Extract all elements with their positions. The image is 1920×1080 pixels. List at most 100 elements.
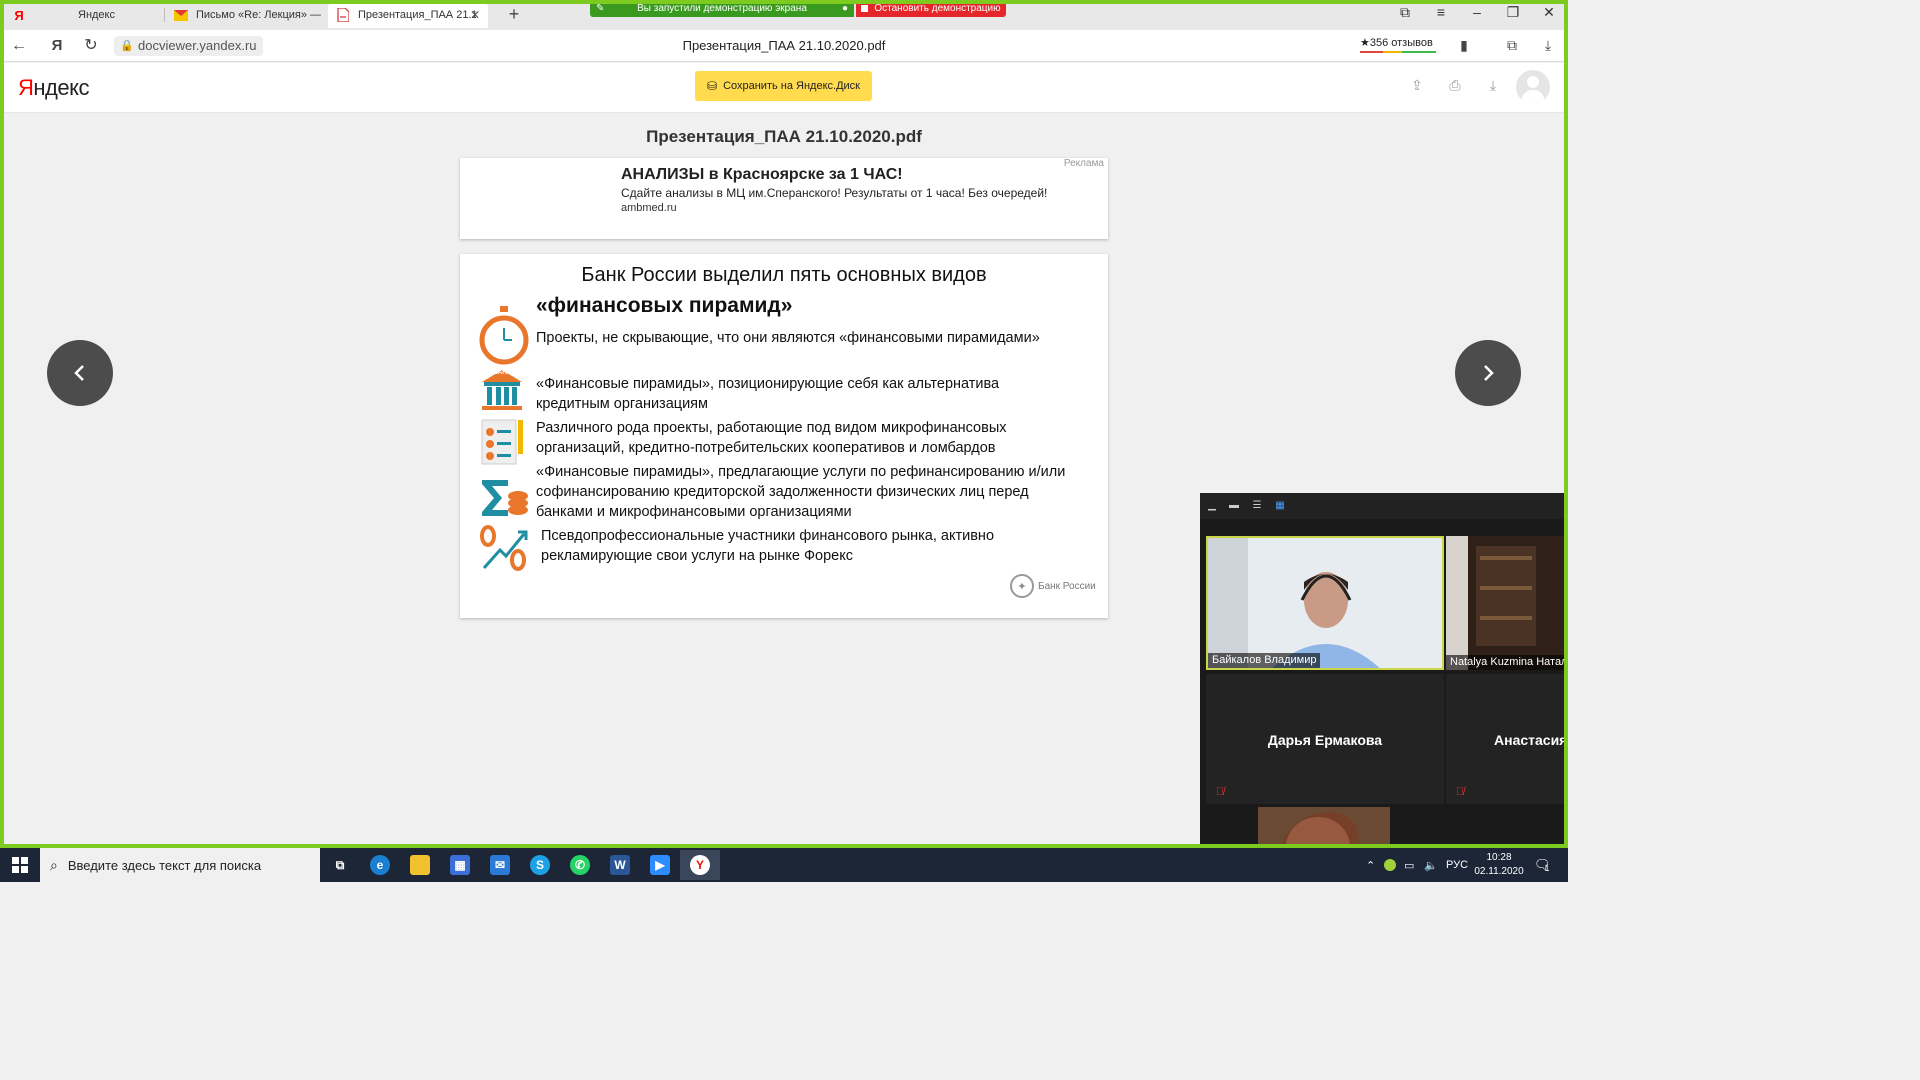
tray-app-icon[interactable]: [1384, 848, 1396, 882]
menu-icon[interactable]: ≡: [1430, 4, 1452, 20]
participant-tile[interactable]: Байкалов Владимир: [1206, 536, 1444, 670]
clock[interactable]: 10:28 02.11.2020: [1472, 851, 1526, 879]
ad-url[interactable]: ambmed.ru: [621, 202, 677, 214]
zoom-gallery-view-icon[interactable]: ▦: [1274, 501, 1286, 511]
zoom-participants-panel: ▁ ▬ ☰ ▦ Байкалов Владимир Natalya Kuzmin…: [1200, 493, 1568, 849]
ad-label: Реклама: [1063, 158, 1104, 169]
edge-app[interactable]: e: [360, 850, 400, 880]
close-tab-icon[interactable]: ✕: [470, 8, 480, 22]
avatar[interactable]: [1516, 70, 1550, 104]
stop-share-label: Остановить демонстрацию: [874, 3, 1001, 14]
whatsapp-icon: ✆: [570, 855, 590, 875]
maximize-icon[interactable]: ❐: [1502, 4, 1524, 21]
participant-tile[interactable]: Natalya Kuzmina Наталья: [1446, 536, 1568, 670]
mail-app[interactable]: ✉: [480, 850, 520, 880]
zoom-toolbar: ▁ ▬ ☰ ▦: [1200, 493, 1568, 519]
skype-icon: S: [530, 855, 550, 875]
shield-icon: ●: [841, 3, 848, 14]
muted-mic-icon: 🎙̸: [1456, 786, 1465, 798]
task-view-button[interactable]: ⧉: [320, 850, 360, 880]
stop-share-button[interactable]: Остановить демонстрацию: [856, 0, 1006, 17]
word-icon: W: [610, 855, 630, 875]
store-app[interactable]: ▦: [440, 850, 480, 880]
stopwatch-icon: [478, 304, 530, 371]
slide-subheading: «финансовых пирамид»: [536, 294, 793, 317]
tab-label: Презентация_ПАА 21.1: [358, 9, 476, 21]
address-bar: ← Я ↻ 🔒 docviewer.yandex.ru Презентация_…: [0, 30, 1568, 62]
download-doc-icon[interactable]: ⤓: [1482, 77, 1504, 97]
minimize-icon[interactable]: –: [1466, 4, 1488, 20]
word-app[interactable]: W: [600, 850, 640, 880]
mail-icon: [174, 8, 188, 22]
participant-name: Дарья Ермакова: [1267, 732, 1383, 748]
zoom-app[interactable]: ▶: [640, 850, 680, 880]
new-tab-button[interactable]: +: [504, 4, 524, 24]
participant-name: Natalya Kuzmina Наталья: [1446, 655, 1568, 670]
volume-icon[interactable]: 🔈: [1424, 848, 1438, 882]
zoom-strip-view-icon[interactable]: ☰: [1251, 501, 1263, 511]
participant-tile[interactable]: Анастасия 🎙̸: [1446, 674, 1568, 804]
ad-banner[interactable]: Реклама АНАЛИЗЫ в Красноярске за 1 ЧАС! …: [460, 158, 1108, 239]
yandex-browser-app[interactable]: Y: [680, 850, 720, 880]
download-icon[interactable]: ⤓: [1538, 37, 1558, 55]
store-icon: ▦: [450, 855, 470, 875]
prev-page-button[interactable]: [47, 340, 113, 406]
network-icon[interactable]: ▭: [1404, 848, 1414, 882]
search-placeholder: Введите здесь текст для поиска: [67, 857, 262, 873]
slide-heading: Банк России выделил пять основных видов: [581, 264, 987, 286]
close-window-icon[interactable]: ✕: [1538, 4, 1560, 21]
whatsapp-app[interactable]: ✆: [560, 850, 600, 880]
participant-name: Анастасия: [1494, 732, 1568, 748]
percent-icon: [478, 524, 530, 575]
tab-label: Письмо «Re: Лекция» — Я: [196, 9, 324, 21]
edge-icon: e: [370, 855, 390, 875]
slide-item: Проекты, не скрывающие, что они являются…: [536, 330, 1040, 346]
document-title: Презентация_ПАА 21.10.2020.pdf: [646, 127, 922, 146]
notification-count: 1: [1544, 863, 1550, 873]
share-icon: ✎: [596, 3, 605, 14]
bookmark-icon[interactable]: ▮: [1454, 37, 1474, 55]
tab-presentation[interactable]: Презентация_ПАА 21.1 ✕: [328, 2, 488, 28]
bank-of-russia-logo: ✦ Банк России: [1010, 574, 1096, 598]
participant-video-icon: [1208, 538, 1442, 668]
slide-page: Банк России выделил пять основных видов …: [460, 254, 1108, 618]
participant-tile[interactable]: Дарья Ермакова 🎙̸: [1206, 674, 1444, 804]
print-icon[interactable]: ⎙: [1444, 77, 1466, 97]
collections-icon[interactable]: ⧉: [1394, 4, 1416, 21]
participant-tile[interactable]: [1258, 807, 1390, 849]
mail-icon: ✉: [490, 855, 510, 875]
notifications-button[interactable]: 🗨 1: [1534, 848, 1551, 882]
sigma-coins-icon: [478, 476, 530, 525]
reviews-link[interactable]: ★356 отзывов: [1360, 36, 1436, 53]
zoom-speaker-view-icon[interactable]: ▬: [1228, 501, 1240, 511]
explorer-app[interactable]: [400, 850, 440, 880]
start-button[interactable]: [0, 848, 40, 882]
participant-video-icon: [1446, 536, 1568, 670]
stop-icon: [861, 5, 869, 12]
save-to-disk-button[interactable]: ⛁ Сохранить на Яндекс.Диск: [695, 71, 872, 101]
tab-yandex[interactable]: Я Яндекс: [4, 2, 162, 28]
slide-item: «Финансовые пирамиды», предлагающие услу…: [536, 464, 1066, 520]
taskbar-search[interactable]: ⌕ Введите здесь текст для поиска: [40, 848, 320, 882]
bank-icon-label: БАНК: [493, 370, 511, 376]
tab-mail[interactable]: Письмо «Re: Лекция» — Я: [166, 2, 326, 28]
clock-time: 10:28: [1486, 852, 1512, 863]
zoom-icon: ▶: [650, 855, 670, 875]
folder-icon: [410, 855, 430, 875]
participant-name: Байкалов Владимир: [1208, 653, 1321, 668]
muted-mic-icon: 🎙̸: [1216, 786, 1225, 798]
pdf-icon: [336, 8, 350, 22]
ad-title[interactable]: АНАЛИЗЫ в Красноярске за 1 ЧАС!: [621, 166, 903, 184]
next-page-button[interactable]: [1455, 340, 1521, 406]
yandex-logo[interactable]: Яндекс: [18, 75, 89, 101]
language-indicator[interactable]: РУС: [1446, 848, 1468, 882]
tray-chevron-icon[interactable]: ⌃: [1366, 848, 1375, 882]
share-icon[interactable]: ⇪: [1406, 77, 1428, 97]
disk-icon: ⛁: [707, 79, 718, 93]
zoom-minimize-icon[interactable]: ▁: [1206, 501, 1218, 511]
slide-item: Псевдопрофессиональные участники финансо…: [541, 528, 995, 564]
participant-video-icon: [1258, 807, 1390, 849]
bank-of-russia-label: Банк России: [1038, 580, 1096, 592]
skype-app[interactable]: S: [520, 850, 560, 880]
collections-toolbar-icon[interactable]: ⧉: [1502, 37, 1522, 55]
